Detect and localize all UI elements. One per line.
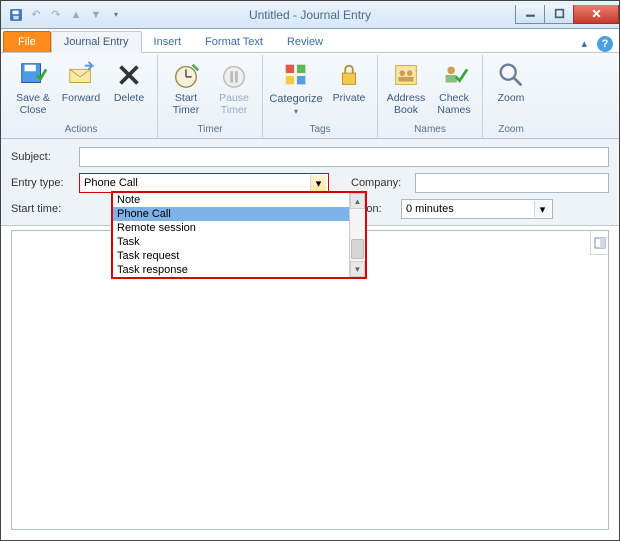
- group-timer: Start Timer Pause Timer Timer: [158, 55, 263, 138]
- company-input[interactable]: [415, 173, 609, 193]
- group-timer-label: Timer: [197, 122, 222, 138]
- dropdown-item[interactable]: Phone Call: [113, 207, 365, 221]
- delete-icon: [113, 59, 145, 91]
- close-button[interactable]: [573, 5, 619, 24]
- dropdown-item[interactable]: Task response: [113, 263, 365, 277]
- group-zoom: Zoom Zoom: [483, 55, 539, 138]
- pause-timer-button[interactable]: Pause Timer: [212, 57, 256, 117]
- chevron-down-icon[interactable]: ▾: [534, 201, 550, 217]
- address-book-button[interactable]: Address Book: [384, 57, 428, 117]
- private-icon: [333, 59, 365, 91]
- journal-window: ↶ ↷ ▲ ▼ ▾ Untitled - Journal Entry File …: [0, 0, 620, 541]
- entry-type-label: Entry type:: [11, 177, 75, 189]
- categorize-button[interactable]: Categorize▾: [269, 57, 323, 117]
- subject-input[interactable]: [79, 147, 609, 167]
- check-names-button[interactable]: Check Names: [432, 57, 476, 117]
- ribbon-tabs: File Journal Entry Insert Format Text Re…: [1, 29, 619, 53]
- quick-access-toolbar: ↶ ↷ ▲ ▼ ▾: [1, 6, 125, 24]
- group-actions: Save & Close Forward Delete Actions: [5, 55, 158, 138]
- scroll-down-icon[interactable]: ▼: [350, 261, 365, 277]
- entry-type-combo[interactable]: Phone Call ▾: [79, 173, 329, 193]
- save-close-icon: [17, 59, 49, 91]
- delete-button[interactable]: Delete: [107, 57, 151, 117]
- qat-redo-icon[interactable]: ↷: [47, 6, 65, 24]
- private-button[interactable]: Private: [327, 57, 371, 117]
- group-zoom-label: Zoom: [498, 122, 524, 138]
- address-book-icon: [390, 59, 422, 91]
- tab-file[interactable]: File: [3, 31, 51, 52]
- qat-next-icon[interactable]: ▼: [87, 6, 105, 24]
- check-names-icon: [438, 59, 470, 91]
- dropdown-item[interactable]: Task: [113, 235, 365, 249]
- body-side-toggle[interactable]: [590, 231, 608, 255]
- titlebar: ↶ ↷ ▲ ▼ ▾ Untitled - Journal Entry: [1, 1, 619, 29]
- tab-insert[interactable]: Insert: [142, 32, 194, 52]
- chevron-down-icon[interactable]: ▾: [310, 175, 326, 191]
- tab-review[interactable]: Review: [275, 32, 335, 52]
- company-label: Company:: [351, 177, 411, 189]
- zoom-button[interactable]: Zoom: [489, 57, 533, 117]
- dropdown-item[interactable]: Note: [113, 193, 365, 207]
- ribbon: Save & Close Forward Delete Actions Star…: [1, 53, 619, 139]
- entry-type-dropdown: Note Phone Call Remote session Task Task…: [111, 191, 367, 279]
- subject-label: Subject:: [11, 151, 75, 163]
- zoom-icon: [495, 59, 527, 91]
- qat-prev-icon[interactable]: ▲: [67, 6, 85, 24]
- save-close-button[interactable]: Save & Close: [11, 57, 55, 117]
- scroll-thumb[interactable]: [351, 239, 364, 259]
- tab-journal-entry[interactable]: Journal Entry: [51, 31, 142, 53]
- start-time-label: Start time:: [11, 203, 75, 215]
- qat-undo-icon[interactable]: ↶: [27, 6, 45, 24]
- group-names-label: Names: [414, 122, 446, 138]
- forward-icon: [65, 59, 97, 91]
- qat-save-icon[interactable]: [7, 6, 25, 24]
- group-names: Address Book Check Names Names: [378, 55, 483, 138]
- categorize-icon: [280, 59, 312, 91]
- window-buttons: [516, 5, 619, 25]
- duration-combo[interactable]: 0 minutes ▾: [401, 199, 553, 219]
- maximize-button[interactable]: [544, 5, 574, 24]
- start-timer-button[interactable]: Start Timer: [164, 57, 208, 117]
- entry-type-value: Phone Call: [84, 177, 310, 189]
- qat-customize-icon[interactable]: ▾: [107, 6, 125, 24]
- tab-format-text[interactable]: Format Text: [193, 32, 275, 52]
- scroll-up-icon[interactable]: ▲: [350, 193, 365, 209]
- dropdown-scrollbar[interactable]: ▲ ▼: [349, 193, 365, 277]
- pause-timer-icon: [218, 59, 250, 91]
- dropdown-list: Note Phone Call Remote session Task Task…: [113, 193, 365, 277]
- dropdown-item[interactable]: Task request: [113, 249, 365, 263]
- chevron-down-icon: ▾: [294, 107, 298, 116]
- group-tags: Categorize▾ Private Tags: [263, 55, 378, 138]
- group-tags-label: Tags: [309, 122, 330, 138]
- ribbon-minimize-icon[interactable]: ▴: [577, 35, 591, 52]
- dropdown-item[interactable]: Remote session: [113, 221, 365, 235]
- start-timer-icon: [170, 59, 202, 91]
- minimize-button[interactable]: [515, 5, 545, 24]
- help-icon[interactable]: ?: [597, 36, 613, 52]
- forward-button[interactable]: Forward: [59, 57, 103, 117]
- duration-value: 0 minutes: [406, 203, 534, 215]
- group-actions-label: Actions: [65, 122, 98, 138]
